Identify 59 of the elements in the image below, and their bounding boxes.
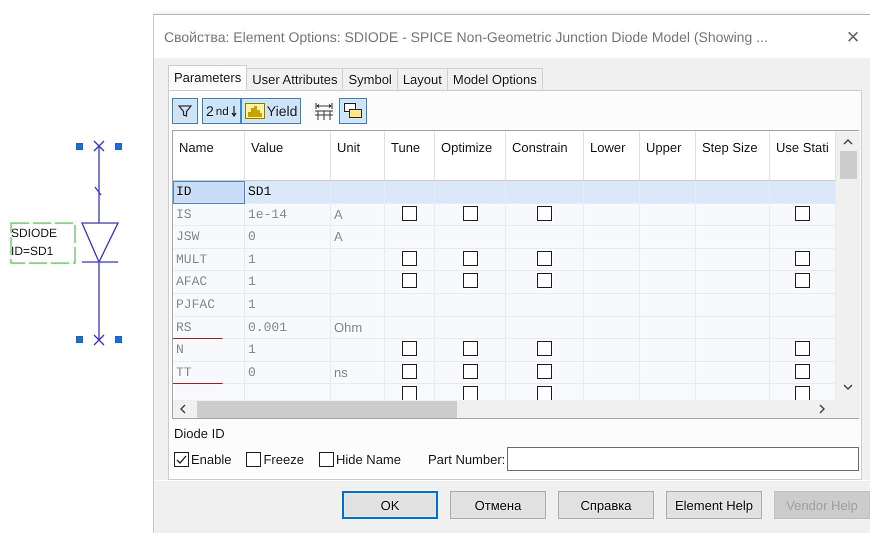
- close-button[interactable]: ×: [836, 24, 870, 50]
- dialog-button[interactable]: OK: [342, 491, 438, 519]
- vertical-scrollbar[interactable]: [836, 131, 860, 400]
- checkbox[interactable]: [462, 273, 478, 288]
- part-label: SDIODE: [11, 225, 58, 241]
- checkbox[interactable]: [462, 206, 478, 221]
- checkbox[interactable]: [537, 386, 552, 400]
- down-arrow-icon: [230, 105, 237, 117]
- checkbox[interactable]: [462, 341, 478, 356]
- checkbox[interactable]: [462, 364, 478, 379]
- filter-icon: [178, 104, 192, 118]
- tab[interactable]: Model Options: [446, 68, 543, 90]
- toolbar-button[interactable]: [339, 98, 368, 124]
- checkbox[interactable]: [537, 206, 552, 221]
- dialog-button[interactable]: Справка: [558, 491, 654, 519]
- checkbox[interactable]: [462, 386, 478, 400]
- checkbox[interactable]: [402, 364, 417, 379]
- checkbox[interactable]: [795, 250, 810, 266]
- checkbox[interactable]: [402, 206, 417, 221]
- dialog-button[interactable]: Element Help: [666, 491, 762, 519]
- checkbox-label: Enable: [191, 452, 232, 466]
- group-title: Diode ID: [174, 426, 226, 441]
- checkbox[interactable]: [795, 273, 810, 288]
- checkbox[interactable]: [402, 273, 417, 288]
- checkbox[interactable]: [246, 452, 262, 466]
- checkbox[interactable]: [318, 452, 334, 466]
- checkbox-label: Hide Name: [336, 452, 401, 466]
- checkbox[interactable]: [462, 250, 478, 266]
- checkbox-label: Freeze: [263, 452, 304, 466]
- checkbox[interactable]: [402, 250, 417, 266]
- column-width-icon: [313, 101, 336, 121]
- checkbox[interactable]: [402, 386, 417, 400]
- field-label: Part Number:: [428, 452, 506, 466]
- checkbox[interactable]: [537, 250, 552, 266]
- checkbox[interactable]: [795, 364, 810, 379]
- scroll-thumb[interactable]: [197, 400, 457, 418]
- horizontal-scrollbar[interactable]: [173, 400, 860, 418]
- dialog-button[interactable]: Отмена: [450, 491, 546, 519]
- checkbox[interactable]: [174, 452, 189, 466]
- histogram-icon: [244, 103, 265, 119]
- scroll-thumb[interactable]: [840, 151, 856, 179]
- tab[interactable]: Symbol: [342, 68, 398, 90]
- checkbox[interactable]: [795, 341, 810, 356]
- windows-icon: [343, 102, 364, 120]
- tab[interactable]: Parameters: [168, 65, 248, 90]
- checkbox[interactable]: [537, 364, 552, 379]
- filter-button[interactable]: [172, 98, 198, 124]
- part-number-field[interactable]: [507, 447, 859, 471]
- tab[interactable]: Layout: [396, 68, 448, 90]
- part-label: ID=SD1: [11, 243, 54, 259]
- checkbox[interactable]: [402, 341, 417, 356]
- label-frame: [10, 222, 76, 264]
- toolbar-button[interactable]: Yield: [240, 98, 302, 124]
- table-cell: ID: [173, 181, 245, 204]
- checkbox[interactable]: [795, 206, 810, 221]
- checkbox[interactable]: [795, 386, 810, 400]
- window-title: Свойства: Element Options: SDIODE - SPICE Non-Geometric Junction Diode Model (Showing ...: [164, 28, 769, 44]
- checkbox[interactable]: [537, 273, 552, 288]
- checkbox[interactable]: [537, 341, 552, 356]
